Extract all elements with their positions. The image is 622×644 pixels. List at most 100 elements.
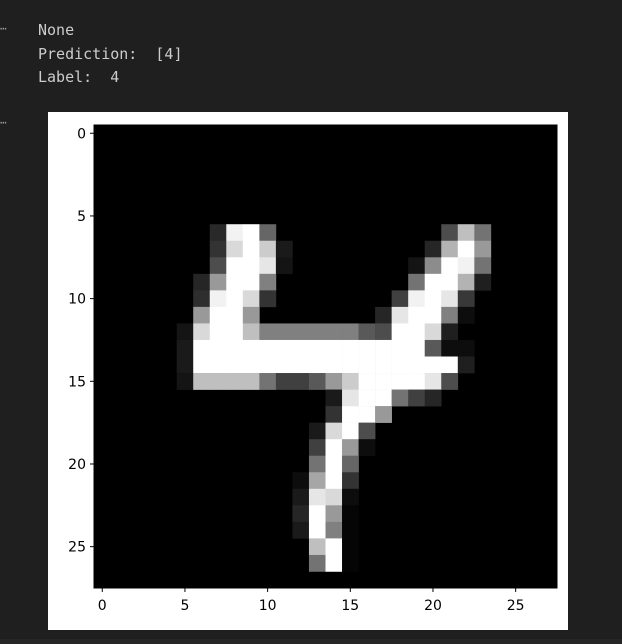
heatmap-cell [441,373,459,390]
heatmap-cell [408,273,426,291]
heatmap-cell [209,224,227,242]
ellipsis-icon[interactable]: ⋯ [0,22,14,36]
x-tick-label: 10 [259,598,277,614]
y-tick-label: 5 [77,209,86,225]
heatmap-cell [342,521,359,539]
heatmap-cell [226,240,244,258]
heatmap-cell [342,505,359,523]
heatmap-cell [308,373,326,390]
heatmap-cell [457,339,475,357]
heatmap-cell [408,373,426,390]
heatmap-cell [259,356,277,374]
heatmap-cell [226,273,244,291]
heatmap-cell [325,373,343,390]
heatmap-cell [292,356,310,374]
heatmap-cell [242,323,260,341]
heatmap-cell [193,273,211,291]
heatmap-cell [457,356,475,374]
heatmap-cell [408,290,426,308]
heatmap-cell [342,373,359,390]
heatmap-cell [292,373,310,390]
heatmap-cell [242,373,260,390]
y-tick-label: 25 [68,540,86,556]
heatmap-cell [259,323,277,341]
y-tick-label: 15 [68,374,86,390]
ellipsis-icon[interactable]: ⋯ [0,116,14,130]
heatmap-plot: 0 5 10 15 20 25 0 5 10 15 20 25 [68,124,558,614]
heatmap-cell [441,240,459,258]
heatmap-cell [176,323,194,341]
heatmap-cell [325,339,343,357]
x-tick-label: 0 [98,598,107,614]
heatmap-cell [424,290,442,308]
heatmap-cell [308,488,326,506]
x-tick-label: 20 [424,598,442,614]
heatmap-cell [391,389,409,407]
heatmap-cell [259,339,277,357]
heatmap-cell [424,323,442,341]
figure-canvas: 0 5 10 15 20 25 0 5 10 15 20 25 [48,112,568,630]
heatmap-cell [242,224,260,242]
heatmap-cell [226,224,244,242]
heatmap-cell [375,339,392,357]
heatmap-cell [424,373,442,390]
heatmap-cell [424,257,442,275]
bottom-divider [0,639,622,644]
heatmap-cell [358,406,376,423]
heatmap-cell [342,538,359,556]
heatmap-cell [259,373,277,390]
heatmap-cell [226,373,244,390]
heatmap-cell [342,488,359,506]
heatmap-cell [275,240,293,258]
heatmap-cell [226,306,244,324]
y-tick-label: 10 [68,292,86,308]
y-tick-label: 0 [77,126,86,142]
heatmap-cell [391,323,409,341]
heatmap-cell [325,488,343,506]
heatmap-cell [308,472,326,490]
heatmap-cell [391,356,409,374]
heatmap-cell [292,505,310,523]
heatmap-cell [275,323,293,341]
heatmap-cell [242,257,260,275]
heatmap-cell [358,323,376,341]
heatmap-cell [342,389,359,407]
heatmap-cell [259,273,277,291]
heatmap-cell [424,389,442,407]
heatmap-cell [259,257,277,275]
heatmap-cell [242,356,260,374]
heatmap-cell [457,273,475,291]
heatmap-cell [325,455,343,473]
heatmap-cell [308,538,326,556]
heatmap-cell [457,290,475,308]
heatmap-cell [308,339,326,357]
heatmap-cell [292,521,310,539]
heatmap-cell [209,339,227,357]
heatmap-cell [391,290,409,308]
heatmap-cell [424,339,442,357]
heatmap-cell [342,339,359,357]
heatmap-cell [424,306,442,324]
heatmap-cell [474,273,492,291]
heatmap-cell [474,224,492,242]
heatmap-cell [391,306,409,324]
heatmap-cell [275,257,293,275]
heatmap-cell [375,373,392,390]
heatmap-cell [325,356,343,374]
output-line-prediction: Prediction: [4] [38,44,183,63]
output-line-none: None [38,21,75,39]
heatmap-cell [375,356,392,374]
heatmap-cell [325,505,343,523]
heatmap-cell [375,306,392,324]
heatmap-cell [325,323,343,341]
heatmap-cell [358,356,376,374]
heatmap-cell [424,273,442,291]
heatmap-cell [308,439,326,457]
heatmap-cell [325,439,343,457]
heatmap-cell [325,554,343,572]
heatmap-cell [259,240,277,258]
heatmap-cell [358,373,376,390]
heatmap-cell [242,306,260,324]
heatmap-cell [325,422,343,440]
heatmap-cell [408,323,426,341]
